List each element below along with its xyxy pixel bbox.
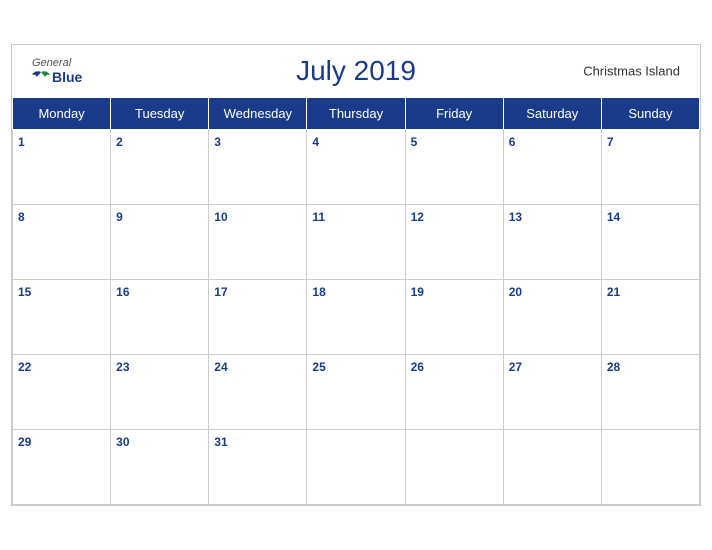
- day-cell: 19: [405, 280, 503, 355]
- day-number: 29: [18, 435, 31, 449]
- day-number: 24: [214, 360, 227, 374]
- day-cell: 16: [111, 280, 209, 355]
- day-number: 14: [607, 210, 620, 224]
- day-cell: 29: [13, 430, 111, 505]
- day-number: 2: [116, 135, 123, 149]
- day-number: 9: [116, 210, 123, 224]
- day-cell: 26: [405, 355, 503, 430]
- day-cell: [503, 430, 601, 505]
- day-number: 5: [411, 135, 418, 149]
- day-cell: 13: [503, 205, 601, 280]
- logo-blue-text: Blue: [32, 69, 82, 85]
- day-cell: 24: [209, 355, 307, 430]
- day-number: 10: [214, 210, 227, 224]
- day-number: 3: [214, 135, 221, 149]
- day-number: 1: [18, 135, 25, 149]
- week-row-3: 15 16 17 18 19 20 21: [13, 280, 700, 355]
- day-cell: 14: [601, 205, 699, 280]
- header-saturday: Saturday: [503, 98, 601, 130]
- header-wednesday: Wednesday: [209, 98, 307, 130]
- week-row-4: 22 23 24 25 26 27 28: [13, 355, 700, 430]
- day-cell: 25: [307, 355, 405, 430]
- header-friday: Friday: [405, 98, 503, 130]
- day-cell: 1: [13, 130, 111, 205]
- day-number: 21: [607, 285, 620, 299]
- day-cell: 31: [209, 430, 307, 505]
- day-cell: [405, 430, 503, 505]
- header-monday: Monday: [13, 98, 111, 130]
- day-number: 23: [116, 360, 129, 374]
- day-cell: 18: [307, 280, 405, 355]
- calendar-grid: Monday Tuesday Wednesday Thursday Friday…: [12, 97, 700, 505]
- day-cell: [307, 430, 405, 505]
- header-tuesday: Tuesday: [111, 98, 209, 130]
- day-number: 16: [116, 285, 129, 299]
- day-cell: 4: [307, 130, 405, 205]
- day-cell: 28: [601, 355, 699, 430]
- week-row-1: 1 2 3 4 5 6 7: [13, 130, 700, 205]
- week-row-2: 8 9 10 11 12 13 14: [13, 205, 700, 280]
- day-number: 17: [214, 285, 227, 299]
- calendar-title: July 2019: [296, 55, 416, 87]
- day-cell: 15: [13, 280, 111, 355]
- week-row-5: 29 30 31: [13, 430, 700, 505]
- day-cell: 12: [405, 205, 503, 280]
- day-number: 19: [411, 285, 424, 299]
- day-cell: 17: [209, 280, 307, 355]
- day-number: 6: [509, 135, 516, 149]
- logo-general-text: General: [32, 57, 71, 69]
- day-cell: 8: [13, 205, 111, 280]
- day-number: 8: [18, 210, 25, 224]
- day-number: 28: [607, 360, 620, 374]
- day-cell: 3: [209, 130, 307, 205]
- day-number: 13: [509, 210, 522, 224]
- day-number: 30: [116, 435, 129, 449]
- day-cell: 23: [111, 355, 209, 430]
- header-thursday: Thursday: [307, 98, 405, 130]
- day-number: 27: [509, 360, 522, 374]
- day-cell: 7: [601, 130, 699, 205]
- day-cell: 20: [503, 280, 601, 355]
- day-number: 12: [411, 210, 424, 224]
- header-sunday: Sunday: [601, 98, 699, 130]
- logo-bird-icon: [32, 70, 50, 84]
- weekday-header-row: Monday Tuesday Wednesday Thursday Friday…: [13, 98, 700, 130]
- day-number: 11: [312, 210, 325, 224]
- calendar-container: General Blue July 2019 Christmas Island …: [11, 44, 701, 506]
- day-cell: 30: [111, 430, 209, 505]
- calendar-header: General Blue July 2019 Christmas Island: [12, 45, 700, 97]
- day-cell: 22: [13, 355, 111, 430]
- day-cell: 5: [405, 130, 503, 205]
- day-cell: [601, 430, 699, 505]
- day-cell: 27: [503, 355, 601, 430]
- day-number: 26: [411, 360, 424, 374]
- day-cell: 11: [307, 205, 405, 280]
- day-number: 4: [312, 135, 319, 149]
- day-number: 22: [18, 360, 31, 374]
- region-label: Christmas Island: [583, 64, 680, 79]
- day-number: 15: [18, 285, 31, 299]
- day-number: 25: [312, 360, 325, 374]
- day-number: 31: [214, 435, 227, 449]
- day-cell: 10: [209, 205, 307, 280]
- day-cell: 6: [503, 130, 601, 205]
- day-cell: 21: [601, 280, 699, 355]
- day-number: 7: [607, 135, 614, 149]
- day-cell: 9: [111, 205, 209, 280]
- day-cell: 2: [111, 130, 209, 205]
- day-number: 20: [509, 285, 522, 299]
- logo: General Blue: [32, 57, 82, 85]
- day-number: 18: [312, 285, 325, 299]
